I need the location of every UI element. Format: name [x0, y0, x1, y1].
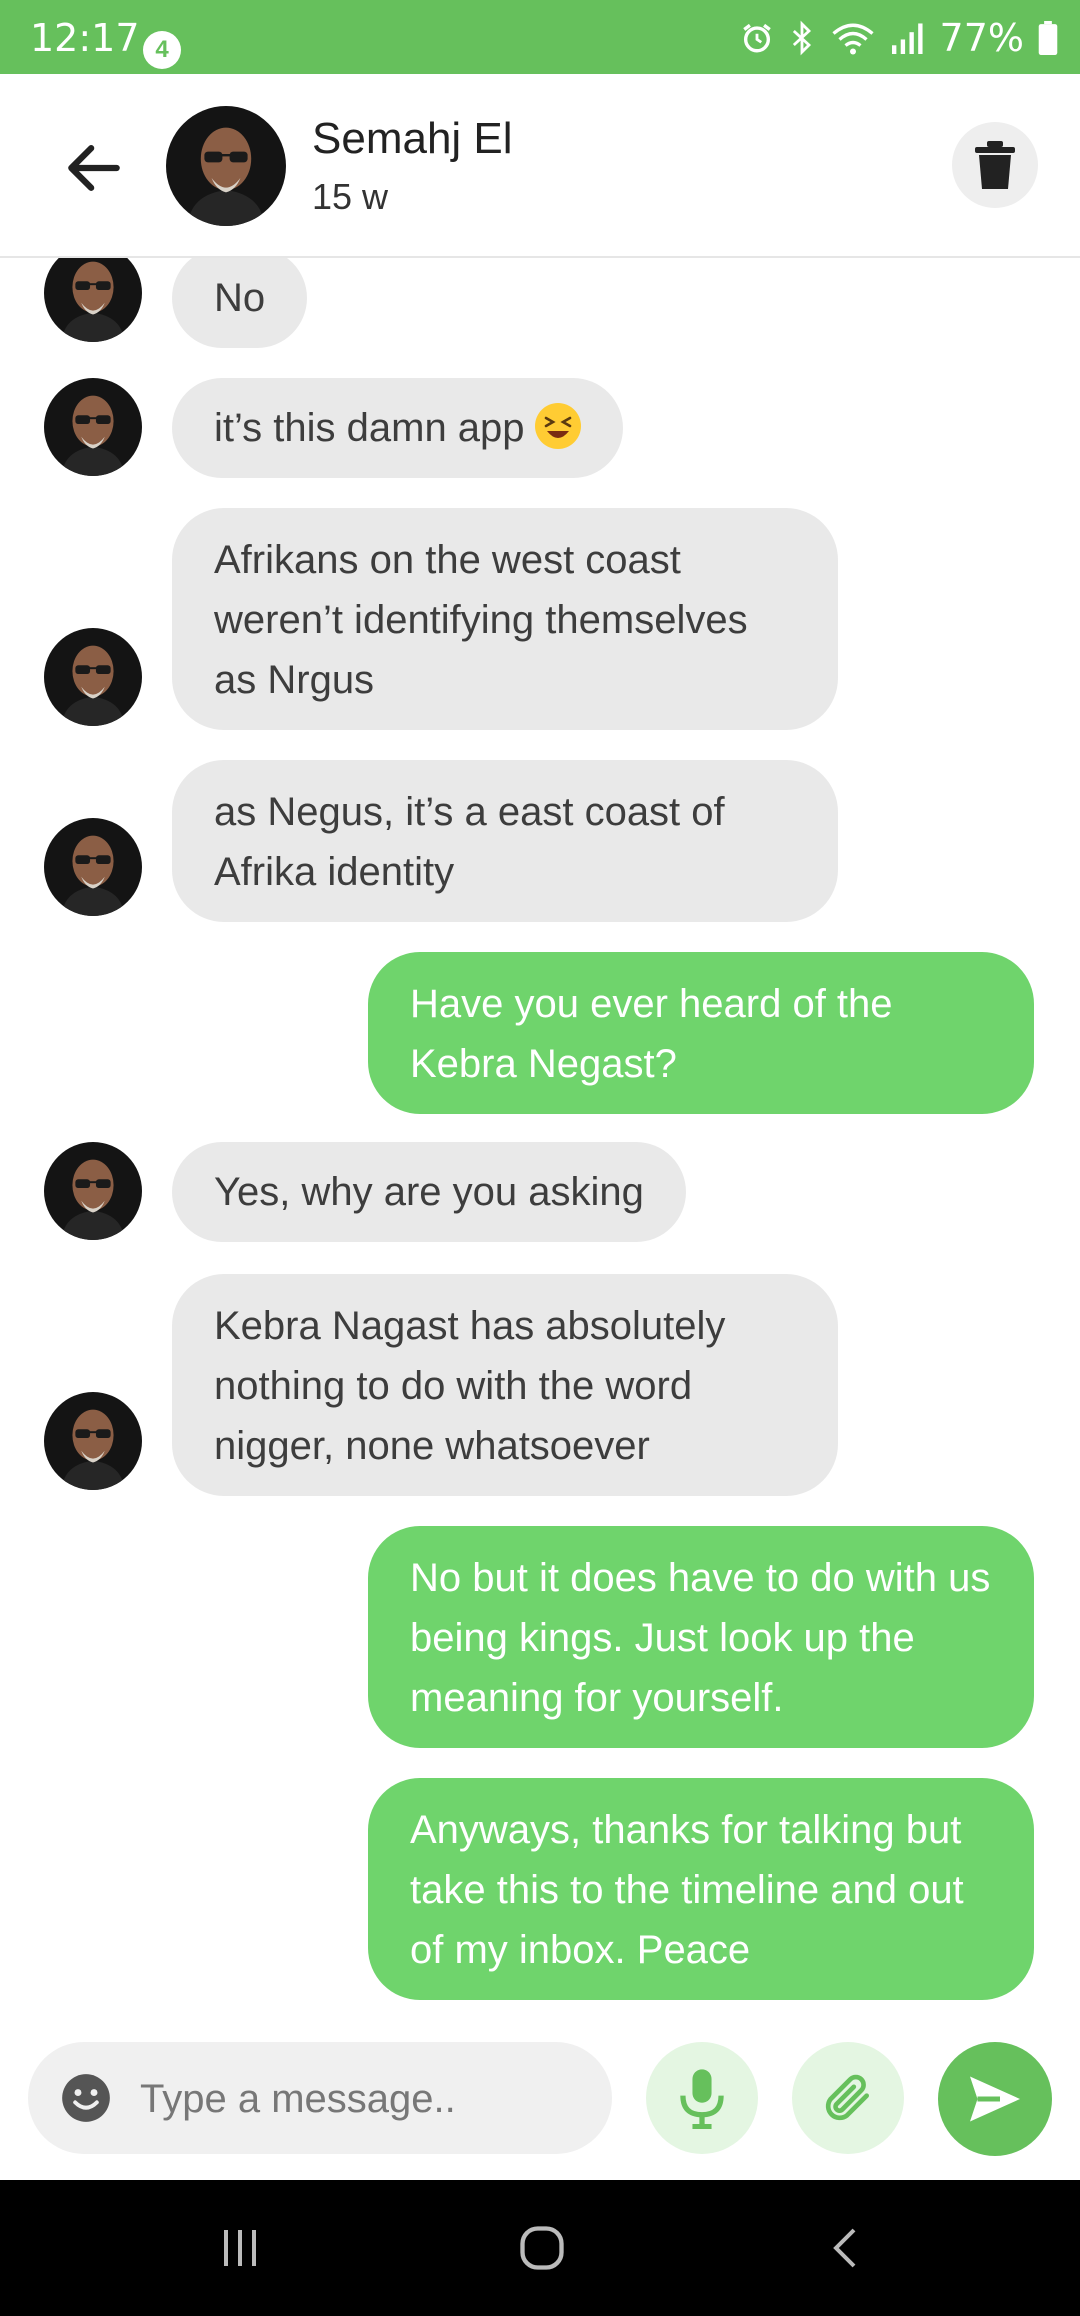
alarm-icon	[742, 23, 771, 53]
voice-message-button[interactable]	[646, 2042, 758, 2154]
incoming-message[interactable]: Kebra Nagast has absolutely nothing to d…	[172, 1274, 838, 1496]
back-button[interactable]	[60, 134, 128, 202]
laughing-emoji-icon	[534, 403, 581, 449]
attach-button[interactable]	[792, 2042, 904, 2154]
status-time: 12:17	[30, 16, 140, 60]
incoming-message[interactable]: Afrikans on the west coast weren’t ident…	[172, 508, 838, 730]
contact-avatar[interactable]	[166, 106, 286, 226]
back-arrow-icon	[68, 145, 120, 191]
contact-last-seen: 15 w	[312, 176, 389, 217]
sender-avatar[interactable]	[44, 258, 142, 342]
message-text: Afrikans on the west coast weren’t ident…	[214, 538, 748, 702]
wifi-icon	[831, 23, 874, 55]
sender-avatar[interactable]	[44, 378, 142, 476]
status-bar: 12:17 4 77%	[0, 0, 1080, 74]
smiley-icon[interactable]	[60, 2072, 112, 2124]
sender-avatar[interactable]	[44, 1392, 142, 1490]
signal-icon	[891, 23, 923, 54]
message-text: Have you ever heard of the Kebra Negast?	[410, 982, 893, 1086]
outgoing-message[interactable]: No but it does have to do with us being …	[368, 1526, 1034, 1748]
incoming-message[interactable]: as Negus, it’s a east coast of Afrika id…	[172, 760, 838, 922]
message-list[interactable]: No it’s this damn app Afrikans on the we…	[0, 258, 1080, 2028]
paperclip-icon	[825, 2074, 869, 2121]
message-text: Kebra Nagast has absolutely nothing to d…	[214, 1304, 726, 1468]
back-chevron-icon	[833, 2228, 856, 2268]
send-button[interactable]	[938, 2042, 1052, 2156]
message-text: it’s this damn app	[214, 406, 525, 450]
recent-apps-button[interactable]	[200, 2218, 280, 2278]
message-text: No but it does have to do with us being …	[410, 1556, 991, 1720]
battery-percent: 77%	[939, 16, 1024, 60]
sender-avatar[interactable]	[44, 818, 142, 916]
bluetooth-icon	[792, 20, 811, 56]
sender-avatar[interactable]	[44, 1142, 142, 1240]
send-icon	[970, 2076, 1020, 2122]
message-text: No	[214, 276, 266, 320]
message-composer	[0, 2028, 1080, 2180]
message-text: Yes, why are you asking	[214, 1170, 644, 1214]
contact-name[interactable]: Semahj El	[312, 114, 513, 164]
outgoing-message[interactable]: Anyways, thanks for talking but take thi…	[368, 1778, 1034, 2000]
incoming-message[interactable]: No	[172, 258, 308, 348]
notification-count-badge: 4	[143, 31, 181, 69]
microphone-icon	[680, 2069, 724, 2129]
home-icon	[520, 2226, 564, 2270]
back-nav-button[interactable]	[806, 2218, 886, 2278]
message-text: Anyways, thanks for talking but take thi…	[410, 1808, 964, 1972]
incoming-message[interactable]: it’s this damn app	[172, 378, 623, 478]
chat-header: Semahj El 15 w	[0, 74, 1080, 258]
message-text: as Negus, it’s a east coast of Afrika id…	[214, 790, 725, 894]
sender-avatar[interactable]	[44, 628, 142, 726]
trash-icon	[975, 141, 1015, 189]
battery-icon	[1038, 21, 1058, 55]
home-button[interactable]	[502, 2218, 582, 2278]
delete-chat-button[interactable]	[952, 122, 1038, 208]
message-input-container[interactable]	[28, 2042, 612, 2154]
outgoing-message[interactable]: Have you ever heard of the Kebra Negast?	[368, 952, 1034, 1114]
recent-apps-icon	[224, 2230, 256, 2266]
message-input[interactable]	[138, 2062, 592, 2136]
status-icons: 77%	[740, 16, 1058, 60]
system-navigation-bar	[0, 2180, 1080, 2316]
incoming-message[interactable]: Yes, why are you asking	[172, 1142, 686, 1242]
